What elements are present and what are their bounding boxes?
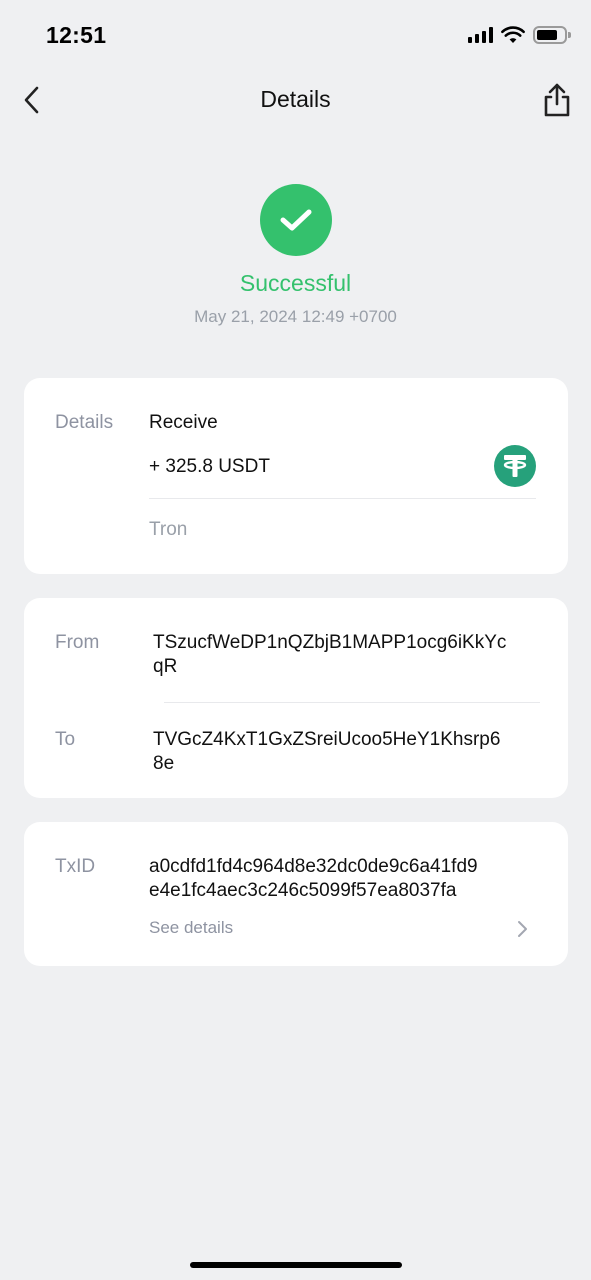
from-label: From xyxy=(55,632,100,653)
txid-line1: a0cdfd1fd4c964d8e32dc0de9c6a41fd9 xyxy=(149,856,478,877)
to-address-line1: TVGcZ4KxT1GxZSreiUcoo5HeY1Khsrp6 xyxy=(153,729,501,750)
see-details-link[interactable]: See details xyxy=(149,916,529,942)
success-check-icon xyxy=(260,184,332,256)
txid-card: TxID a0cdfd1fd4c964d8e32dc0de9c6a41fd9 e… xyxy=(24,822,568,966)
screen: 12:51 Details Successful May 21, 2024 12… xyxy=(0,0,591,1280)
share-button[interactable] xyxy=(539,80,575,120)
page-title: Details xyxy=(260,86,331,112)
transaction-type: Receive xyxy=(149,412,218,433)
txid-line2: e4e1fc4aec3c246c5099f57ea8037fa xyxy=(149,880,457,901)
to-address-line2: 8e xyxy=(153,753,175,774)
from-address-line1: TSzucfWeDP1nQZbjB1MAPP1ocg6iKkYc xyxy=(153,632,507,653)
chevron-right-icon xyxy=(518,921,527,937)
share-icon xyxy=(544,83,570,117)
details-card: Details Receive + 325.8 USDT Tron xyxy=(24,378,568,574)
nav-bar: Details xyxy=(0,70,591,130)
home-indicator[interactable] xyxy=(190,1262,402,1268)
to-address[interactable]: TVGcZ4KxT1GxZSreiUcoo5HeY1Khsrp6 8e xyxy=(153,728,500,776)
cellular-signal-icon xyxy=(468,27,493,43)
status-datetime: May 21, 2024 12:49 +0700 xyxy=(194,307,397,326)
txid-label: TxID xyxy=(55,856,96,877)
transaction-amount: + 325.8 USDT xyxy=(149,456,270,477)
status-icons xyxy=(468,24,571,46)
from-address[interactable]: TSzucfWeDP1nQZbjB1MAPP1ocg6iKkYc qR xyxy=(153,631,506,679)
wifi-icon xyxy=(501,26,525,43)
from-address-line2: qR xyxy=(153,656,178,677)
network-name: Tron xyxy=(149,519,188,540)
status-time: 12:51 xyxy=(46,22,107,48)
divider xyxy=(164,702,540,703)
see-details-label: See details xyxy=(149,918,234,937)
battery-icon xyxy=(533,26,571,44)
to-label: To xyxy=(55,729,76,750)
details-label: Details xyxy=(55,412,114,433)
tether-icon xyxy=(494,445,536,487)
status-bar: 12:51 xyxy=(0,0,591,70)
txid-value[interactable]: a0cdfd1fd4c964d8e32dc0de9c6a41fd9 e4e1fc… xyxy=(149,855,478,903)
addresses-card: From TSzucfWeDP1nQZbjB1MAPP1ocg6iKkYc qR… xyxy=(24,598,568,798)
status-text: Successful xyxy=(239,270,352,296)
divider xyxy=(149,498,536,499)
